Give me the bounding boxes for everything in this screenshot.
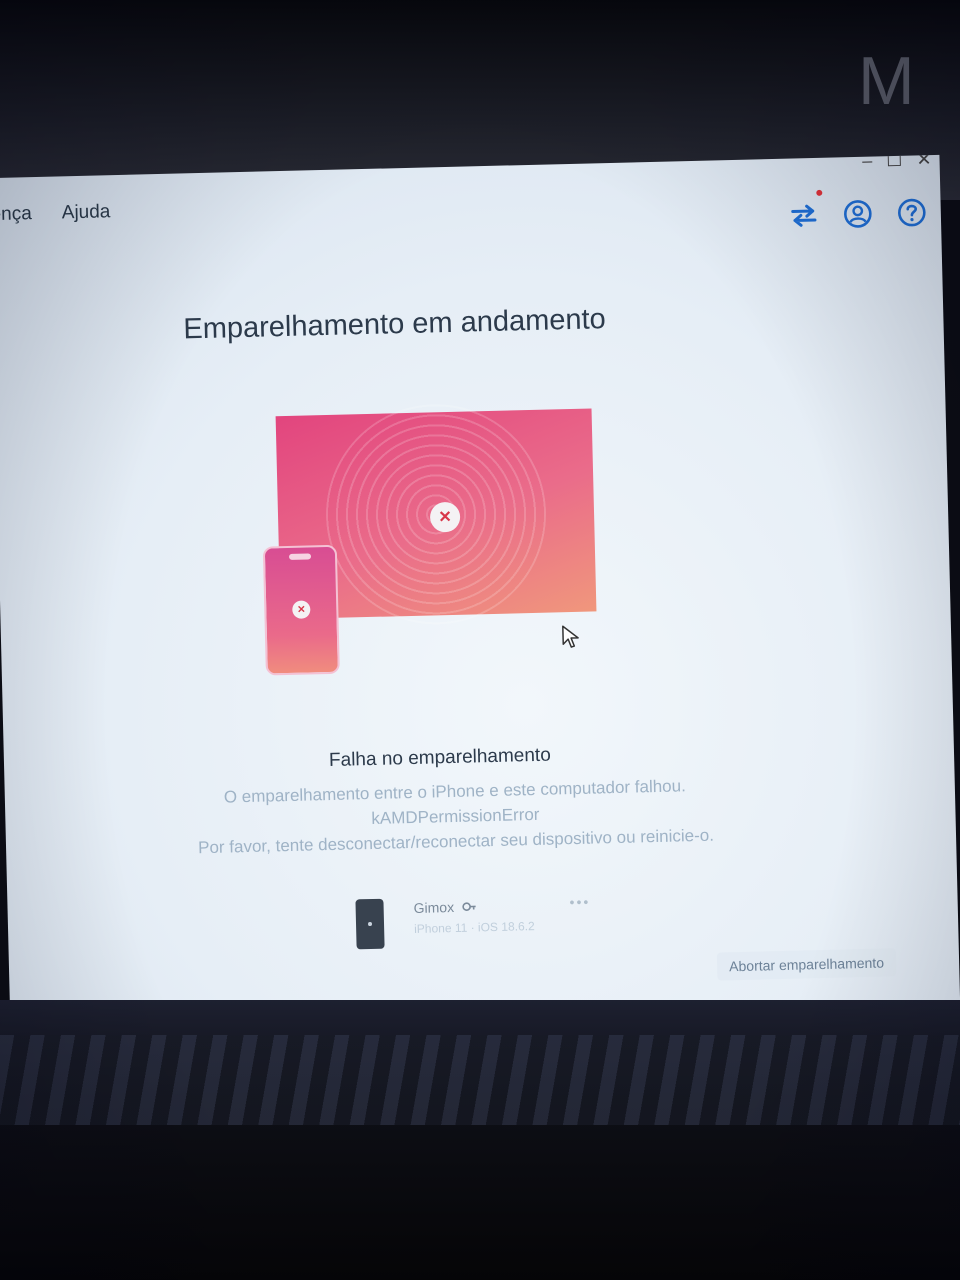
error-message: O emparelhamento entre o iPhone e este c…: [155, 772, 757, 862]
menu-bar: ença Ajuda: [0, 201, 111, 226]
notification-dot: [816, 189, 823, 196]
abort-pairing-button[interactable]: Abortar emparelhamento: [716, 948, 897, 981]
window-controls: – ☐ ✕: [862, 155, 932, 172]
phone-illustration: ✕: [262, 544, 340, 676]
device-name: Gimox: [413, 898, 478, 916]
transfer-button[interactable]: [786, 189, 823, 233]
phone-notch: [288, 553, 312, 560]
page-title: Emparelhamento em andamento: [183, 303, 607, 346]
device-subtitle: iPhone 11 · iOS 18.6.2: [413, 919, 535, 936]
menu-item-licenca[interactable]: ença: [0, 203, 32, 226]
menu-item-ajuda[interactable]: Ajuda: [62, 201, 111, 224]
device-name-label: Gimox: [413, 898, 455, 916]
status-title: Falha no emparelhamento: [328, 744, 552, 772]
link-icon: [462, 902, 476, 911]
maximize-button[interactable]: ☐: [886, 155, 903, 171]
phone-device-icon: [355, 898, 385, 950]
app-window: – ☐ ✕ ença Ajuda Emparelhamento em andam…: [0, 154, 960, 1078]
phone-error-x-icon: ✕: [292, 600, 311, 619]
desk-reflection: [0, 1035, 960, 1125]
help-button[interactable]: [894, 195, 929, 230]
transfer-icon: [791, 204, 817, 227]
minimize-button[interactable]: –: [862, 155, 873, 172]
help-icon: [898, 198, 926, 227]
toolbar: [786, 189, 929, 233]
account-button[interactable]: [840, 197, 875, 232]
mouse-cursor-icon: [562, 625, 579, 648]
more-options-button[interactable]: •••: [569, 894, 590, 911]
account-icon: [844, 200, 872, 228]
close-button[interactable]: ✕: [916, 155, 932, 171]
device-item[interactable]: Gimox iPhone 11 · iOS 18.6.2 •••: [355, 893, 616, 959]
